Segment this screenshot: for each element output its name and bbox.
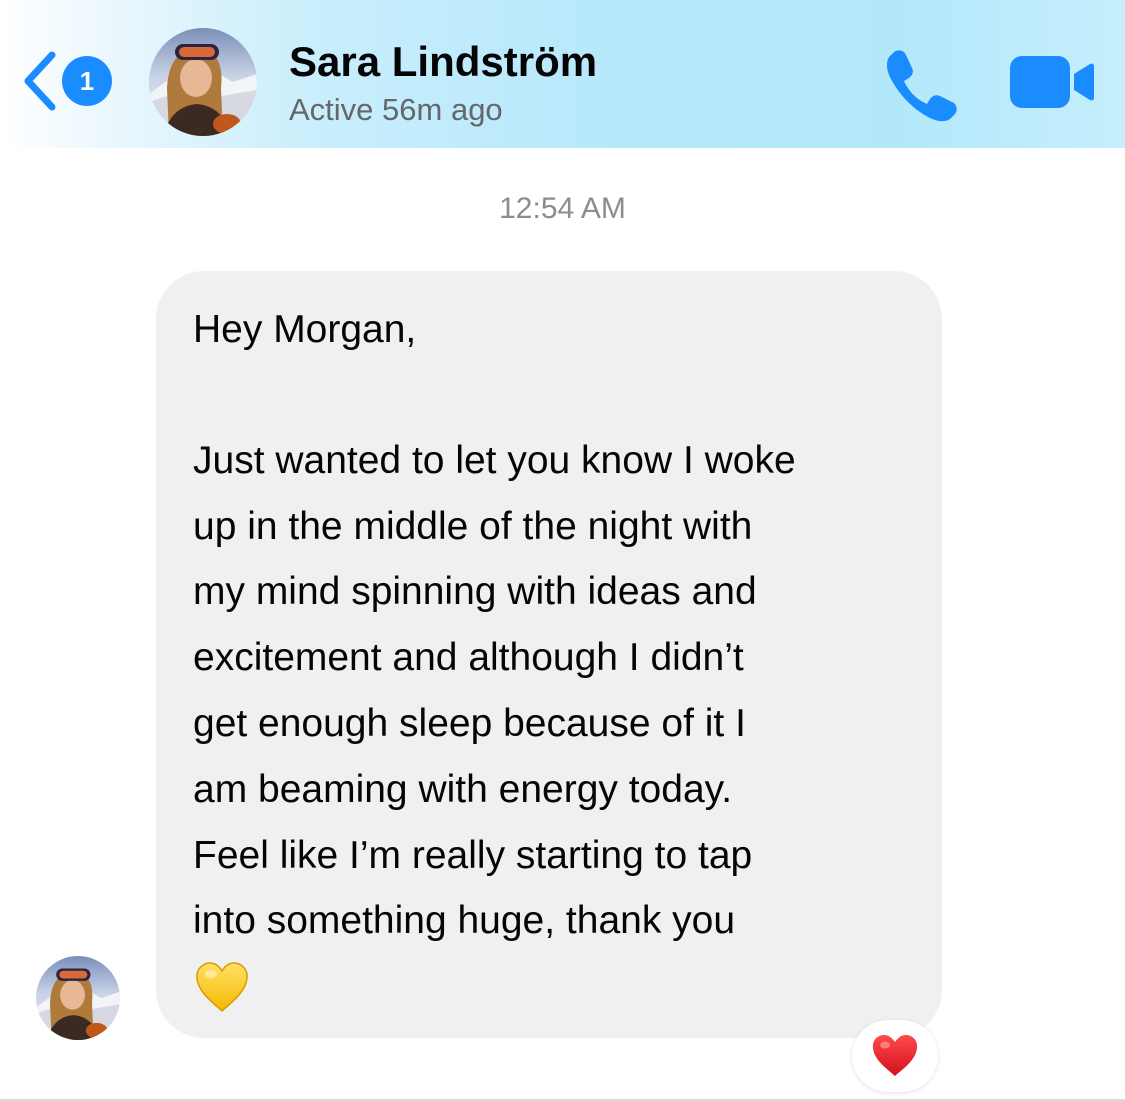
phone-icon: [886, 50, 957, 122]
video-camera-icon: [1010, 56, 1094, 108]
message-line: my mind spinning with ideas and: [193, 570, 757, 613]
message-line: am beaming with energy today.: [193, 768, 733, 811]
incoming-message-bubble[interactable]: Hey Morgan, Just wanted to let you know …: [156, 271, 942, 1038]
message-line: up in the middle of the night with: [193, 505, 753, 548]
red-heart-icon: [872, 1035, 918, 1076]
unread-count-badge: 1: [62, 56, 112, 106]
contact-name[interactable]: Sara Lindström: [289, 38, 597, 86]
sender-avatar[interactable]: [36, 956, 120, 1040]
message-line: Feel like I’m really starting to tap: [193, 834, 753, 877]
active-status: Active 56m ago: [289, 92, 503, 127]
video-call-button[interactable]: [1008, 52, 1094, 112]
back-button[interactable]: 1: [22, 48, 118, 114]
message-line: get enough sleep because of it I: [193, 702, 746, 745]
chevron-left-icon: [24, 51, 56, 111]
message-line: Hey Morgan,: [193, 308, 417, 351]
message-line: Just wanted to let you know I woke: [193, 439, 796, 482]
audio-call-button[interactable]: [880, 46, 960, 122]
contact-avatar[interactable]: [149, 28, 257, 136]
message-reaction[interactable]: [852, 1020, 938, 1092]
message-line: excitement and although I didn’t: [193, 636, 744, 679]
message-timestamp: 12:54 AM: [499, 192, 626, 225]
message-line: into something huge, thank you: [193, 899, 736, 942]
avatar-photo: [36, 956, 120, 1040]
avatar-photo: [149, 28, 257, 136]
yellow-heart-icon: [196, 962, 248, 1013]
chat-header: 1 Sara Lindström Active 56m ago: [0, 0, 1125, 148]
messenger-chat-screen: 1 Sara Lindström Active 56m ago 12:54 AM…: [0, 0, 1125, 1101]
